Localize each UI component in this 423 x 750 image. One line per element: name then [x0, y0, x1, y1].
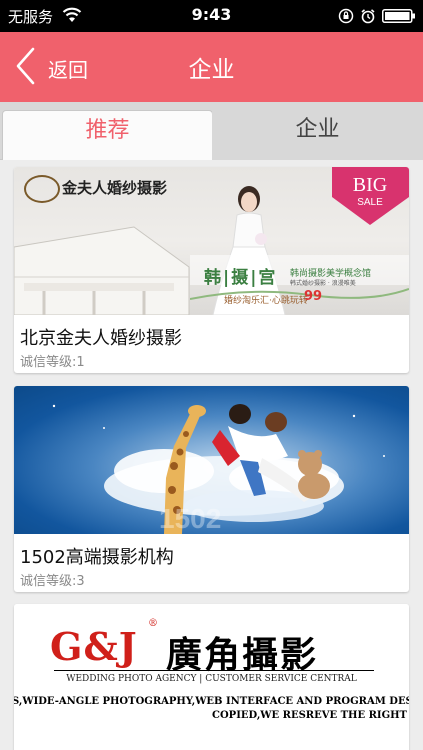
banner-brand: 韩|摄|宫 [204, 268, 278, 288]
couple-photo: 1502 [52, 404, 385, 534]
brand-logo-mark [24, 175, 60, 203]
company-card[interactable]: G&J ® 廣角攝影 WEDDING PHOTO AGENCY | CUSTOM… [14, 604, 409, 750]
copyright-line-2: COPIED,WE RESREVE THE RIGHT [212, 710, 407, 721]
nav-header: 返回 企业 [0, 32, 423, 102]
tab-enterprise[interactable]: 企业 [212, 110, 423, 160]
company-card[interactable]: 金夫人婚纱摄影 BIG SALE 韩|摄|宫 韩尚摄影美学概念馆 韩式婚纱摄影 … [14, 167, 409, 373]
agency-line: WEDDING PHOTO AGENCY | CUSTOMER SERVICE … [66, 674, 357, 684]
banner-promo-number: 99 [304, 289, 323, 304]
sale-badge: BIG SALE [332, 167, 409, 225]
divider [54, 670, 374, 671]
alarm-icon [361, 9, 375, 24]
company-list: 金夫人婚纱摄影 BIG SALE 韩|摄|宫 韩尚摄影美学概念馆 韩式婚纱摄影 … [0, 160, 423, 750]
piano-illustration [14, 226, 190, 315]
copyright-line-1: S,WIDE-ANGLE PHOTOGRAPHY,WEB INTERFACE A… [14, 696, 409, 707]
company-name: 1502高端摄影机构 [20, 547, 174, 568]
company-card[interactable]: 1502 1502高端摄影机构 诚信等级:3 [14, 386, 409, 592]
credit-rating: 诚信等级:3 [20, 574, 85, 589]
credit-rating: 诚信等级:1 [20, 355, 85, 370]
company-banner: 金夫人婚纱摄影 BIG SALE 韩|摄|宫 韩尚摄影美学概念馆 韩式婚纱摄影 … [14, 167, 409, 315]
svg-text:BIG: BIG [353, 174, 387, 196]
banner-watermark: 1502 [159, 503, 221, 534]
banner-logo-text: 金夫人婚纱摄影 [62, 179, 168, 197]
page-title: 企业 [188, 57, 235, 83]
company-banner: G&J ® 廣角攝影 WEDDING PHOTO AGENCY | CUSTOM… [14, 604, 409, 750]
status-bar: 无服务 9:43 [0, 0, 423, 32]
svg-text:SALE: SALE [357, 197, 383, 208]
rotation-lock-icon [338, 8, 354, 24]
registered-mark: ® [148, 618, 158, 629]
company-name: 北京金夫人婚纱摄影 [20, 328, 182, 349]
battery-icon [382, 9, 415, 23]
banner-slogan-small: 韩式婚纱摄影 · 浪漫唯美 [290, 280, 356, 287]
company-banner: 1502 [14, 386, 409, 534]
tab-recommended[interactable]: 推荐 [2, 110, 213, 160]
gj-logo: G&J [50, 624, 138, 669]
banner-promo: 婚纱淘乐汇·心跳玩转 [224, 296, 308, 306]
tab-bar: 推荐 企业 [0, 102, 423, 160]
